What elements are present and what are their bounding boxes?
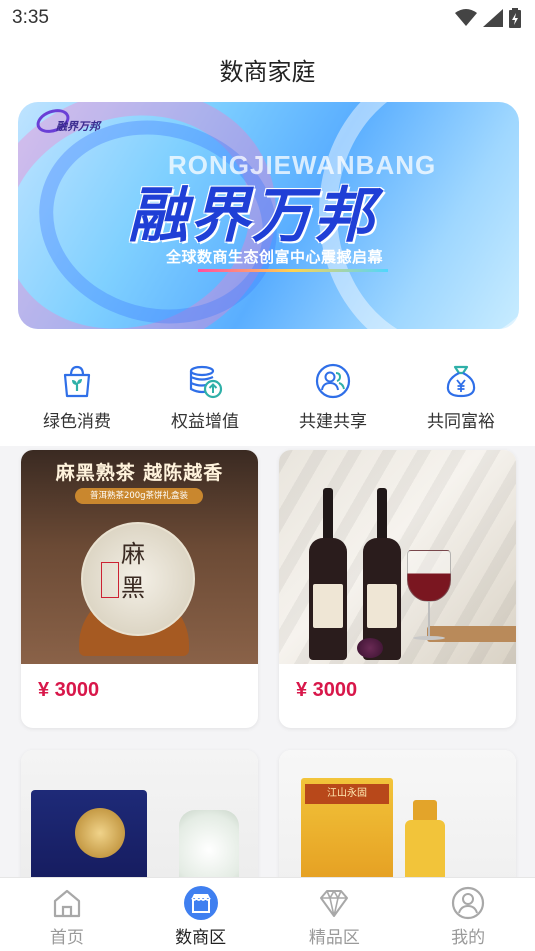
tab-home[interactable]: 首页	[0, 878, 134, 951]
tab-label: 我的	[451, 928, 486, 948]
bottom-tab-bar: 首页 数商区 精品区 我的	[0, 877, 535, 951]
shopping-bag-sprout-icon	[63, 365, 91, 398]
tab-digital-merchant[interactable]: 数商区	[134, 878, 268, 951]
product-card-baijiu[interactable]: 江山永固	[279, 750, 516, 890]
banner-underline	[198, 269, 388, 272]
product-image-tag: 普洱熟茶200g茶饼礼盒装	[75, 488, 203, 504]
liquor-bottle-cap	[413, 800, 437, 822]
product-card-gift-box[interactable]	[21, 750, 258, 890]
header: 数商家庭	[0, 36, 535, 98]
product-image-baijiu: 江山永固	[279, 750, 516, 890]
wine-glass	[407, 550, 451, 602]
banner-logo-text: 融界万邦	[56, 120, 100, 133]
quick-nav-label: 绿色消费	[43, 412, 111, 432]
banner-title: 融界万邦	[128, 181, 376, 251]
home-icon	[53, 889, 80, 918]
tea-cake-char: 黑	[121, 574, 145, 602]
status-time: 3:35	[12, 7, 49, 28]
product-image-gift-box	[21, 750, 258, 890]
quick-nav-label: 权益增值	[171, 412, 239, 432]
promo-banner[interactable]: 融界万邦 RONGJIEWANBANG 融界万邦 全球数商生态创富中心震撼启幕	[18, 102, 519, 329]
product-card-tea[interactable]: 麻黑熟茶 越陈越香 普洱熟茶200g茶饼礼盒装 麻 黑 ¥ 3000	[21, 450, 258, 728]
tab-profile[interactable]: 我的	[401, 878, 535, 951]
quick-nav-label: 共建共享	[299, 412, 367, 432]
diamond-icon	[320, 890, 349, 917]
tab-label: 精品区	[308, 928, 360, 948]
wine-bottle	[309, 488, 347, 660]
liquor-box-label: 江山永固	[305, 784, 389, 804]
wifi-icon	[455, 9, 477, 26]
banner-subtitle: 全球数商生态创富中心震撼启幕	[166, 248, 384, 266]
users-circle-icon	[315, 363, 351, 399]
grapes	[357, 638, 383, 658]
product-image-tea: 麻黑熟茶 越陈越香 普洱熟茶200g茶饼礼盒装 麻 黑	[21, 450, 258, 664]
wine-glass-foot	[413, 636, 445, 640]
quick-nav-item-green-consumption[interactable]: 绿色消费	[13, 355, 141, 435]
page-title: 数商家庭	[219, 58, 316, 86]
cellular-signal-icon	[483, 9, 503, 27]
cutting-board	[427, 626, 516, 642]
product-card-wine[interactable]: ¥ 3000	[279, 450, 516, 728]
quick-nav-item-co-build-share[interactable]: 共建共享	[269, 355, 397, 435]
tea-seal	[101, 562, 119, 598]
tab-label: 首页	[49, 928, 84, 948]
gold-emblem	[75, 808, 125, 858]
battery-charging-icon	[509, 8, 521, 28]
quick-nav-label: 共同富裕	[427, 412, 495, 432]
tab-label: 数商区	[175, 928, 227, 948]
quick-nav-item-rights-appreciation[interactable]: 权益增值	[141, 355, 269, 435]
coin-stack-up-icon	[189, 365, 223, 399]
status-icons	[455, 7, 521, 29]
store-icon	[183, 886, 218, 920]
product-image-title: 麻黑熟茶 越陈越香	[55, 462, 224, 484]
status-bar: 3:35	[0, 0, 535, 36]
user-icon	[452, 886, 485, 920]
tab-premium[interactable]: 精品区	[268, 878, 402, 951]
tea-cake-char: 麻	[121, 540, 145, 568]
product-price: ¥ 3000	[296, 679, 358, 701]
quick-nav-item-common-prosperity[interactable]: 共同富裕	[397, 355, 525, 435]
product-price: ¥ 3000	[38, 679, 100, 701]
wine-glass-stem	[428, 602, 430, 638]
wine-bottle	[363, 488, 401, 660]
product-image-wine	[279, 450, 516, 664]
money-bag-icon	[446, 365, 476, 398]
quick-nav: 绿色消费 权益增值 共建共享 共同富裕	[0, 355, 535, 435]
